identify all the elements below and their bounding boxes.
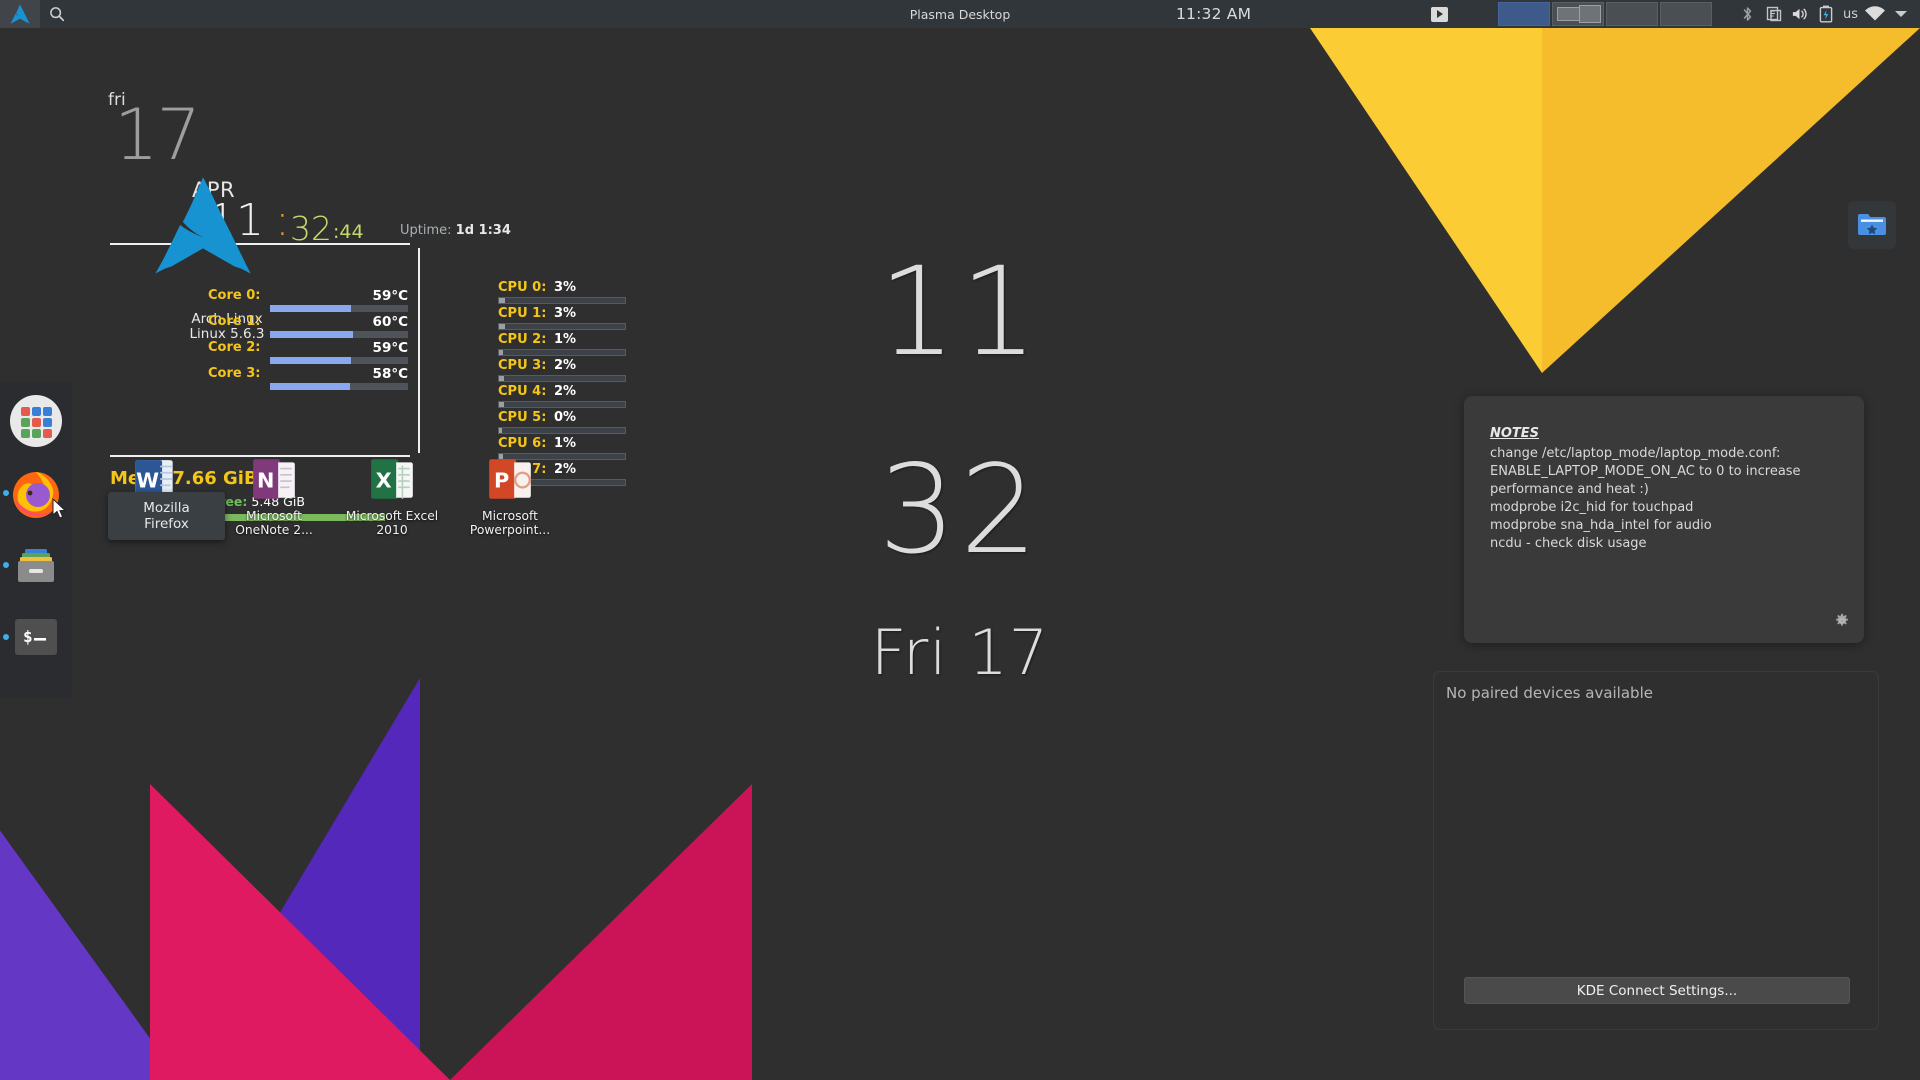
tooltip-text: Mozilla Firefox [143, 500, 190, 532]
bluetooth-tray-button[interactable] [1735, 0, 1761, 28]
pager-desktop-2[interactable] [1552, 2, 1604, 26]
application-launcher-button[interactable] [0, 0, 40, 28]
bluetooth-icon [1744, 7, 1752, 21]
folder-view-widget[interactable] [1848, 201, 1896, 249]
pager-desktop-1[interactable] [1498, 2, 1550, 26]
volume-tray-button[interactable] [1787, 0, 1813, 28]
desktop-icon-powerpoint[interactable]: P Microsoft Powerpoint... [462, 450, 558, 539]
pager-desktop-3[interactable] [1606, 2, 1658, 26]
firefox-icon [13, 472, 59, 518]
svg-text:N: N [257, 468, 274, 492]
pager-desktop-4[interactable] [1660, 2, 1712, 26]
running-indicator-dot [3, 634, 9, 640]
desktop-icon-label: Microsoft Excel 2010 [345, 509, 439, 537]
app-launcher-icon [10, 395, 62, 447]
excel-icon: X [371, 459, 413, 499]
notes-widget[interactable]: NOTES change /etc/laptop_mode/laptop_mod… [1464, 396, 1864, 643]
kdeconnect-empty-message: No paired devices available [1446, 684, 1653, 702]
system-tray: us [1735, 0, 1920, 28]
panel-clock[interactable]: 11:32 AM [1170, 0, 1257, 28]
dock-terminal[interactable]: $ [3, 606, 65, 668]
wifi-tray-button[interactable] [1862, 0, 1888, 28]
kdeconnect-widget[interactable]: No paired devices available KDE Connect … [1433, 671, 1879, 1030]
dock-file-manager[interactable] [3, 534, 65, 596]
svg-text:W: W [136, 468, 159, 492]
kdeconnect-settings-button[interactable]: KDE Connect Settings... [1464, 977, 1850, 1004]
tray-expand-button[interactable] [1888, 0, 1914, 28]
task-manager [1425, 0, 1455, 28]
chevron-down-icon [1895, 11, 1907, 17]
virtual-desktop-pager[interactable] [1498, 2, 1712, 26]
desktop-icon-excel[interactable]: X Microsoft Excel 2010 [344, 450, 440, 539]
search-icon [50, 7, 65, 22]
firefox-tooltip: Mozilla Firefox [108, 492, 225, 540]
media-player-task[interactable] [1425, 2, 1453, 26]
keyboard-layout-indicator[interactable]: us [1839, 7, 1862, 22]
clipboard-icon [1766, 6, 1782, 22]
volume-icon [1793, 8, 1808, 20]
notes-line: performance and heat :) [1490, 482, 1649, 497]
top-panel: Plasma Desktop 11:32 AM us [0, 0, 1920, 28]
battery-tray-button[interactable] [1813, 0, 1839, 28]
notes-line: ENABLE_LAPTOP_MODE_ON_AC to 0 to increas… [1490, 464, 1801, 479]
desktop-icon-label: Microsoft OneNote 2... [235, 509, 313, 537]
clipboard-tray-button[interactable] [1761, 0, 1787, 28]
notes-line: change /etc/laptop_mode/laptop_mode.conf… [1490, 446, 1781, 461]
running-indicator-dot [3, 562, 9, 568]
notes-line: modprobe i2c_hid for touchpad [1490, 500, 1694, 515]
running-indicator-dot [3, 490, 9, 496]
media-play-icon [1430, 6, 1448, 22]
wallpaper-triangle-pink-right [450, 784, 752, 1080]
notes-line: modprobe sna_hda_intel for audio [1490, 518, 1712, 533]
notes-content: NOTES change /etc/laptop_mode/laptop_mod… [1464, 396, 1864, 553]
onenote-icon: N [253, 459, 295, 499]
arch-logo-icon [10, 4, 30, 24]
folder-bookmarks-icon [1858, 214, 1886, 235]
dock-app-launcher[interactable] [7, 390, 65, 452]
gear-icon[interactable] [1834, 613, 1850, 629]
wallpaper-triangle-pink-left [150, 784, 450, 1080]
terminal-icon: $ [15, 619, 57, 655]
svg-text:X: X [376, 468, 392, 492]
desktop-icon-label: Microsoft Powerpoint... [469, 509, 551, 537]
desktop-icon-onenote[interactable]: N Microsoft OneNote 2... [226, 450, 322, 539]
notes-heading: NOTES [1490, 426, 1540, 441]
svg-text:P: P [494, 468, 509, 492]
battery-icon [1819, 5, 1833, 23]
panel-left-group [0, 0, 74, 28]
file-manager-icon [18, 549, 54, 582]
search-button[interactable] [40, 0, 74, 28]
application-dock: $ [0, 382, 72, 698]
wallpaper-triangle-yellow-left [1310, 28, 1542, 373]
notes-line: ncdu - check disk usage [1490, 536, 1647, 551]
svg-text:$: $ [23, 627, 33, 646]
dock-firefox[interactable] [3, 462, 65, 524]
wifi-icon [1865, 6, 1885, 21]
powerpoint-icon: P [489, 459, 531, 499]
